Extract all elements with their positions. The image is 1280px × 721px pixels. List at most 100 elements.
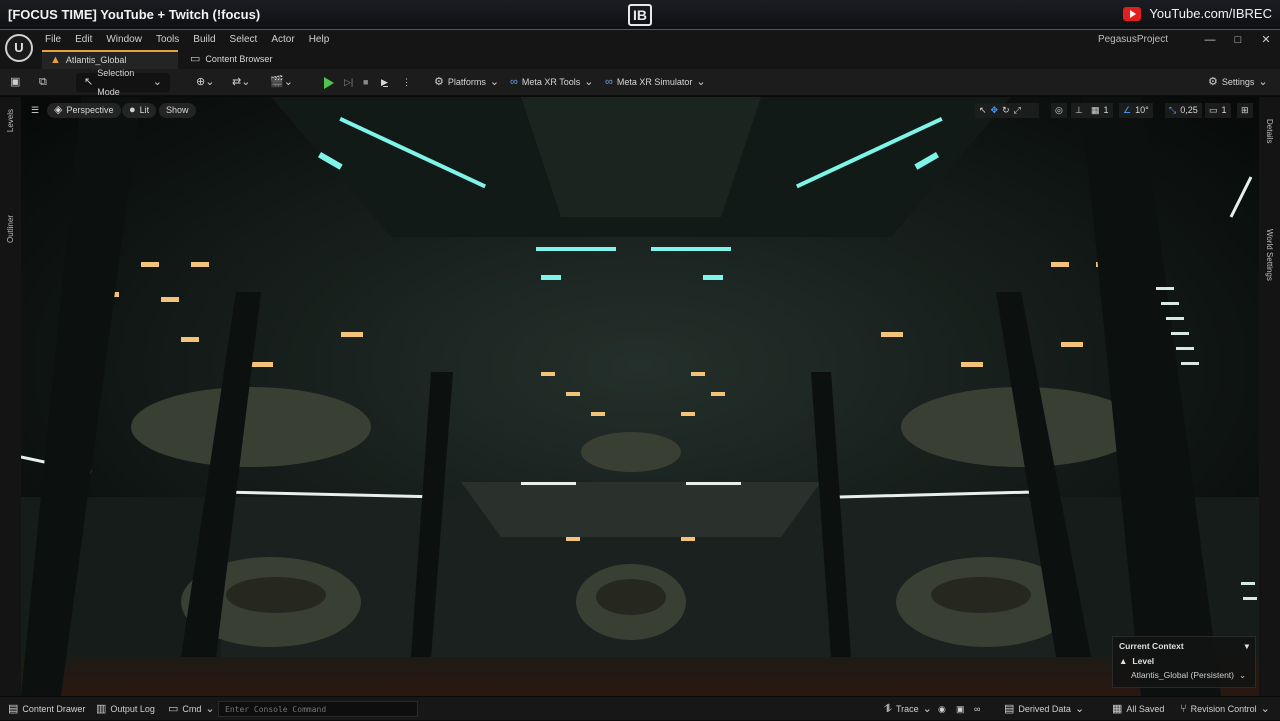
play-options-icon[interactable]: ⋮ bbox=[402, 73, 411, 92]
cinematics-icon[interactable]: 🎬⌄ bbox=[270, 73, 293, 92]
tab-content-browser-label: Content Browser bbox=[205, 54, 273, 64]
stop-icon[interactable]: ■ bbox=[363, 73, 368, 92]
viewport-menu-icon[interactable]: ☰ bbox=[27, 103, 43, 118]
world-local-icon[interactable]: ◎ bbox=[1051, 103, 1067, 118]
chevron-down-icon: ⌄ bbox=[696, 76, 706, 88]
menu-file[interactable]: File bbox=[38, 30, 68, 50]
step-icon[interactable]: ▷| bbox=[344, 73, 353, 92]
chevron-down-icon: ⌄ bbox=[205, 703, 215, 715]
lit-label: Lit bbox=[139, 105, 150, 115]
menu-tools[interactable]: Tools bbox=[149, 30, 186, 50]
surface-snap-icon[interactable]: ⊥ bbox=[1071, 103, 1087, 118]
console-command-input[interactable] bbox=[218, 701, 418, 717]
minimize-button[interactable]: — bbox=[1197, 30, 1223, 50]
camera-speed[interactable]: ▭ 1 bbox=[1205, 103, 1231, 118]
platforms-dropdown[interactable]: ⚙ Platforms ⌄ bbox=[434, 73, 499, 92]
add-actor-icon[interactable]: ⊕⌄ bbox=[196, 73, 214, 92]
output-log-button[interactable]: ▥ Output Log bbox=[96, 697, 155, 721]
context-level-value: Atlantis_Global (Persistent) bbox=[1131, 670, 1234, 680]
meta-icon: ∞ bbox=[605, 76, 613, 88]
chevron-down-icon: ⌄ bbox=[152, 76, 162, 88]
all-saved-label: All Saved bbox=[1126, 704, 1165, 714]
camera-record-icon[interactable]: ▣ bbox=[956, 697, 965, 721]
context-level-select[interactable]: Atlantis_Global (Persistent) ⌄ bbox=[1113, 668, 1255, 683]
play-button[interactable] bbox=[324, 73, 334, 92]
right-side-panel-tabs: Details World Settings bbox=[1259, 97, 1280, 696]
context-level-label: Level bbox=[1132, 656, 1155, 666]
scale-snap[interactable]: ⤡ 0,25 bbox=[1165, 103, 1202, 118]
grid-snap[interactable]: ▦ 1 bbox=[1087, 103, 1113, 118]
meta-xr-simulator-label: Meta XR Simulator bbox=[616, 77, 693, 87]
grid-size-value: 1 bbox=[1103, 105, 1109, 115]
perspective-label: Perspective bbox=[66, 105, 114, 115]
menu-help[interactable]: Help bbox=[302, 30, 337, 50]
lit-button[interactable]: ● Lit bbox=[122, 103, 157, 118]
project-name: PegasusProject bbox=[1097, 34, 1168, 45]
tab-content-browser[interactable]: ▭ Content Browser bbox=[182, 50, 280, 69]
select-tool-icon[interactable]: ↖ bbox=[979, 103, 987, 118]
meta-quest-icon[interactable]: ∞ bbox=[974, 697, 980, 721]
lit-sphere-icon: ● bbox=[129, 104, 136, 116]
content-drawer-button[interactable]: ▤ Content Drawer bbox=[8, 697, 85, 721]
level-viewport[interactable]: ☰ ◈ Perspective ● Lit Show ↖ ✥ ↻ ⤢ ◎ ⊥ ▦… bbox=[21, 97, 1259, 696]
perspective-button[interactable]: ◈ Perspective bbox=[47, 103, 121, 118]
cmd-label: Cmd bbox=[182, 704, 202, 714]
status-bar: ▤ Content Drawer ▥ Output Log ▭ Cmd ⌄ ⥮ … bbox=[0, 696, 1280, 720]
save-icon[interactable]: ▣ bbox=[10, 73, 20, 92]
main-menu: File Edit Window Tools Build Select Acto… bbox=[38, 30, 336, 50]
browse-icon[interactable]: ⧉ bbox=[39, 73, 47, 92]
chevron-down-icon: ⌄ bbox=[1260, 703, 1270, 715]
menu-actor[interactable]: Actor bbox=[264, 30, 301, 50]
meta-xr-simulator-dropdown[interactable]: ∞ Meta XR Simulator ⌄ bbox=[605, 73, 706, 92]
chevron-down-icon: ⌄ bbox=[1074, 703, 1085, 715]
context-header-label: Current Context bbox=[1119, 641, 1184, 651]
revision-control-dropdown[interactable]: ⑂ Revision Control ⌄ bbox=[1180, 697, 1270, 721]
close-button[interactable]: ✕ bbox=[1253, 30, 1279, 50]
all-saved-button[interactable]: ▦ All Saved bbox=[1112, 697, 1164, 721]
camera-speed-value: 1 bbox=[1221, 105, 1227, 115]
rotation-snap[interactable]: ∠ 10° bbox=[1119, 103, 1153, 118]
show-button[interactable]: Show bbox=[159, 103, 196, 118]
outliner-tab[interactable]: Outliner bbox=[6, 215, 15, 243]
menu-edit[interactable]: Edit bbox=[68, 30, 99, 50]
meta-icon: ∞ bbox=[510, 76, 518, 88]
save-status-icon: ▦ bbox=[1112, 703, 1123, 715]
maximize-button[interactable]: □ bbox=[1225, 30, 1251, 50]
menu-select[interactable]: Select bbox=[223, 30, 265, 50]
menu-window[interactable]: Window bbox=[99, 30, 149, 50]
left-side-panel-tabs: Levels Outliner bbox=[0, 97, 21, 696]
levels-tab[interactable]: Levels bbox=[6, 109, 15, 132]
stream-banner: [FOCUS TIME] YouTube + Twitch (!focus) I… bbox=[0, 0, 1280, 30]
rotate-tool-icon[interactable]: ↻ bbox=[1002, 103, 1010, 118]
record-icon[interactable]: ◉ bbox=[938, 697, 946, 721]
stream-title: [FOCUS TIME] YouTube + Twitch (!focus) bbox=[8, 7, 261, 22]
world-settings-tab[interactable]: World Settings bbox=[1265, 229, 1274, 281]
main-toolbar: ▣ ⧉ ↖ Selection Mode ⌄ ⊕⌄ ⇄⌄ 🎬⌄ ▷| ■ ▶̲ … bbox=[0, 68, 1280, 97]
blueprint-icon[interactable]: ⇄⌄ bbox=[232, 73, 250, 92]
context-level-row: ▲ Level bbox=[1113, 654, 1255, 668]
menu-build[interactable]: Build bbox=[186, 30, 222, 50]
rotation-snap-value: 10° bbox=[1135, 105, 1149, 115]
settings-dropdown[interactable]: ⚙ Settings ⌄ bbox=[1208, 73, 1268, 92]
derived-data-label: Derived Data bbox=[1018, 704, 1071, 714]
maximize-viewport-icon[interactable]: ⊞ bbox=[1237, 103, 1253, 118]
play-icon bbox=[324, 76, 334, 89]
youtube-link: YouTube.com/IBREC bbox=[1123, 6, 1272, 21]
document-tabs: ▲ Atlantis_Global ▭ Content Browser bbox=[0, 50, 1280, 69]
derived-data-dropdown[interactable]: ▤ Derived Data ⌄ bbox=[1004, 697, 1084, 721]
content-drawer-label: Content Drawer bbox=[22, 704, 86, 714]
context-header[interactable]: Current Context ▾ bbox=[1113, 637, 1255, 654]
trace-dropdown[interactable]: ⥮ Trace ⌄ bbox=[884, 697, 932, 721]
selection-mode-dropdown[interactable]: ↖ Selection Mode ⌄ bbox=[76, 68, 170, 97]
scale-tool-icon[interactable]: ⤢ bbox=[1014, 103, 1021, 118]
revision-control-label: Revision Control bbox=[1190, 704, 1257, 714]
details-tab[interactable]: Details bbox=[1265, 119, 1274, 143]
platforms-icon: ⚙ bbox=[434, 76, 444, 88]
eject-icon[interactable]: ▶̲ bbox=[381, 73, 388, 92]
cmd-dropdown[interactable]: ▭ Cmd ⌄ bbox=[168, 697, 215, 721]
settings-label: Settings bbox=[1221, 77, 1255, 87]
drawer-icon: ▤ bbox=[8, 703, 19, 715]
meta-xr-tools-dropdown[interactable]: ∞ Meta XR Tools ⌄ bbox=[510, 73, 593, 92]
move-tool-icon[interactable]: ✥ bbox=[991, 103, 999, 118]
unreal-logo-icon[interactable]: U bbox=[5, 34, 33, 62]
